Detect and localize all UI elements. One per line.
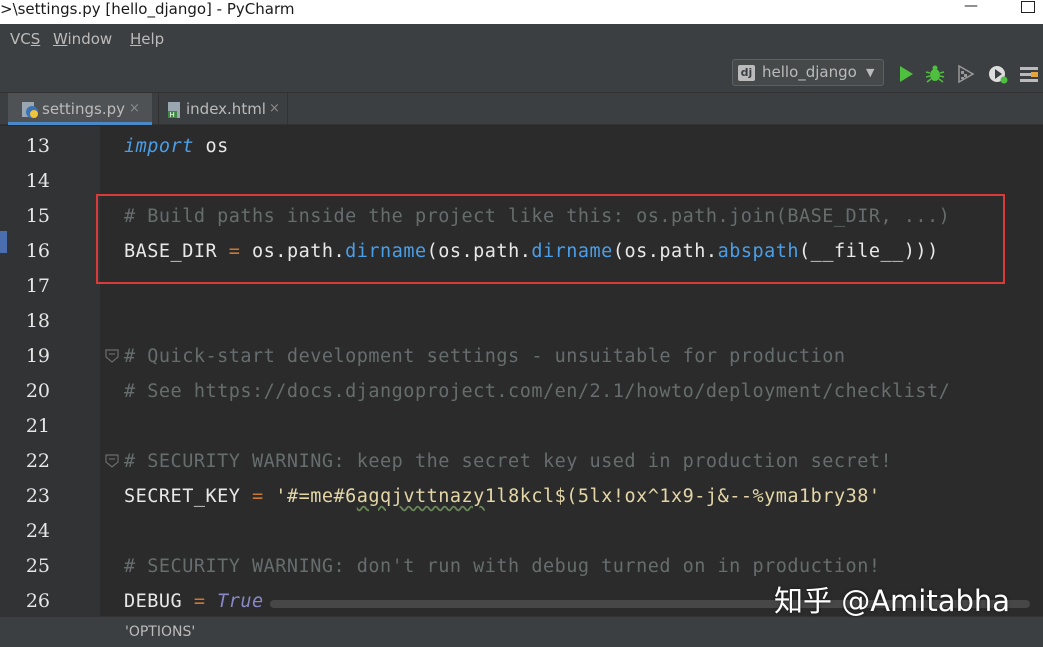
python-file-icon bbox=[21, 101, 39, 119]
code-line: # Quick-start development settings - uns… bbox=[124, 339, 846, 374]
tab-settings-py[interactable]: settings.py × bbox=[8, 93, 152, 125]
fold-icon[interactable] bbox=[104, 348, 120, 364]
editor-tab-bar: settings.py × H index.html × bbox=[0, 93, 1043, 125]
code-token: 1l8kcl$(5lx!ox^1x9-j&--%yma1bry38' bbox=[484, 486, 881, 507]
code-token: # SECURITY WARNING: don't run with debug… bbox=[124, 556, 881, 577]
line-number-gutter: 13 14 15 16 17 18 19 20 21 22 23 24 25 26 bbox=[0, 126, 100, 616]
menu-bar: VCS Window Help bbox=[0, 24, 1043, 54]
code-line: # See https://docs.djangoproject.com/en/… bbox=[124, 374, 950, 409]
line-number: 20 bbox=[25, 380, 50, 402]
line-number: 21 bbox=[25, 415, 50, 437]
line-number: 14 bbox=[25, 170, 50, 192]
tab-label: index.html bbox=[186, 100, 266, 118]
line-number: 26 bbox=[25, 590, 50, 612]
main-toolbar: dj hello_django ▼ bbox=[0, 54, 1043, 93]
django-icon: dj bbox=[738, 65, 755, 81]
code-token: # Quick-start development settings - uns… bbox=[124, 346, 846, 367]
tab-label: settings.py bbox=[42, 100, 125, 118]
profile-icon[interactable] bbox=[987, 63, 1009, 85]
code-token: import bbox=[124, 136, 194, 157]
code-token: agqjvttnazy bbox=[356, 486, 485, 507]
maximize-button[interactable] bbox=[1021, 1, 1035, 13]
line-number: 18 bbox=[25, 310, 50, 332]
watermark: 知乎 @Amitabha bbox=[774, 584, 1011, 618]
debug-icon[interactable] bbox=[924, 63, 946, 85]
code-line: import os bbox=[124, 129, 229, 164]
run-configuration-selector[interactable]: dj hello_django ▼ bbox=[732, 59, 884, 86]
code-token: os bbox=[193, 136, 229, 157]
code-line: DEBUG = True bbox=[124, 584, 264, 616]
svg-text:H: H bbox=[170, 111, 175, 119]
chevron-down-icon: ▼ bbox=[866, 66, 875, 79]
highlight-annotation-box bbox=[96, 194, 1005, 284]
code-token: '#=me#6 bbox=[263, 486, 357, 507]
line-number: 13 bbox=[25, 135, 50, 157]
code-editor[interactable]: 13 14 15 16 17 18 19 20 21 22 23 24 25 26 import os # … bbox=[0, 126, 1043, 616]
code-line: # SECURITY WARNING: keep the secret key … bbox=[124, 444, 892, 479]
menu-help[interactable]: Help bbox=[130, 30, 164, 48]
run-icon[interactable] bbox=[895, 63, 917, 85]
close-icon[interactable]: × bbox=[129, 100, 140, 118]
breadcrumb[interactable]: 'OPTIONS' bbox=[125, 624, 195, 640]
line-number: 19 bbox=[25, 345, 50, 367]
line-number: 24 bbox=[25, 520, 50, 542]
code-token: SECRET_KEY bbox=[124, 486, 253, 507]
coverage-icon[interactable] bbox=[955, 63, 977, 85]
title-bar: >\settings.py [hello_django] - PyCharm — bbox=[0, 0, 1043, 24]
html-file-icon: H bbox=[165, 101, 183, 119]
menu-vcs[interactable]: VCS bbox=[10, 30, 40, 48]
code-token: # See https://docs.djangoproject.com/en/… bbox=[124, 381, 951, 402]
stop-icon[interactable] bbox=[1018, 63, 1040, 85]
line-number: 23 bbox=[25, 485, 50, 507]
fold-icon[interactable] bbox=[104, 453, 120, 469]
line-number: 22 bbox=[25, 450, 50, 472]
line-number: 25 bbox=[25, 555, 50, 577]
close-icon[interactable]: × bbox=[269, 100, 280, 118]
line-number: 17 bbox=[25, 275, 50, 297]
menu-window[interactable]: Window bbox=[53, 30, 112, 48]
line-number: 16 bbox=[25, 240, 50, 262]
code-token: True bbox=[217, 591, 264, 612]
code-token: = bbox=[193, 591, 206, 612]
code-token: # SECURITY WARNING: keep the secret key … bbox=[124, 451, 893, 472]
breadcrumb-bar: 'OPTIONS' bbox=[0, 616, 1043, 647]
code-line: SECRET_KEY = '#=me#6agqjvttnazy1l8kcl$(5… bbox=[124, 479, 881, 514]
code-line: # SECURITY WARNING: don't run with debug… bbox=[124, 549, 880, 584]
minimize-button[interactable]: — bbox=[962, 0, 980, 14]
tab-index-html[interactable]: H index.html × bbox=[158, 93, 288, 125]
line-number: 15 bbox=[25, 205, 50, 227]
code-token: = bbox=[252, 486, 264, 507]
run-configuration-label: hello_django bbox=[762, 63, 857, 81]
code-token: DEBUG bbox=[124, 591, 194, 612]
window-title: >\settings.py [hello_django] - PyCharm bbox=[0, 0, 295, 18]
